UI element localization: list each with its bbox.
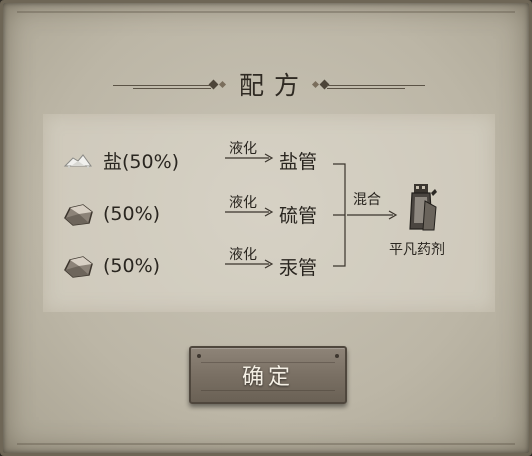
mix-label: 混合: [353, 192, 381, 208]
arrow-right-icon: [225, 153, 274, 163]
process-arrow: 液化: [225, 138, 275, 164]
title-ornament-right: [327, 85, 425, 89]
arrow-right-icon: [225, 259, 274, 269]
ingredient-row: 盐(50%): [61, 145, 179, 175]
product-label: 盐管: [279, 151, 318, 173]
recipe-dialog: 配方 盐(50%) (50%) (50%) 液化 液化 液化 盐管 硫管 汞管 …: [0, 0, 532, 456]
result-label: 平凡药剂: [389, 242, 445, 258]
ingredient-label: 盐(50%): [103, 150, 180, 173]
ingredient-row: (50%): [61, 199, 160, 229]
potion-icon: [409, 184, 437, 231]
product-label: 汞管: [279, 257, 318, 279]
frame-border-bottom: [17, 443, 515, 445]
ingredient-label: (50%): [103, 255, 161, 277]
process-arrow: 液化: [225, 192, 275, 218]
ingredient-row: (50%): [61, 251, 160, 281]
product-label: 硫管: [279, 205, 318, 227]
ore-icon: [64, 204, 93, 226]
arrow-right-icon: [347, 210, 398, 220]
ore-icon: [64, 256, 93, 278]
ingredient-label: (50%): [103, 203, 161, 225]
title-row: 配方: [113, 69, 425, 103]
salt-icon: [63, 154, 92, 169]
dialog-title: 配方: [238, 71, 309, 100]
frame-border-top: [17, 11, 515, 13]
confirm-button[interactable]: 确定: [189, 346, 347, 404]
process-arrow: 液化: [225, 244, 275, 270]
confirm-label: 确定: [241, 365, 294, 390]
arrow-right-icon: [225, 207, 274, 217]
